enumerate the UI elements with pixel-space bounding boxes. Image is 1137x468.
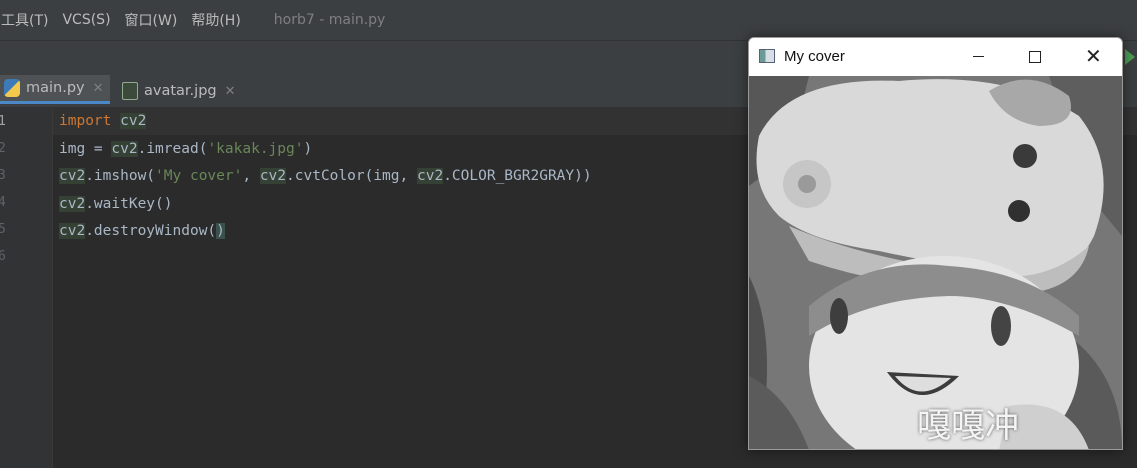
tab-avatar-jpg[interactable]: avatar.jpg ✕ xyxy=(122,75,242,107)
code-text: .destroyWindow( xyxy=(85,223,217,239)
module-name: cv2 xyxy=(259,168,287,184)
line-number: 2 xyxy=(0,141,6,156)
code-line-1: import cv2 xyxy=(59,108,147,135)
minimize-button[interactable] xyxy=(955,38,1001,76)
run-icon[interactable] xyxy=(1125,49,1135,65)
image-caption: 嘎嘎冲 xyxy=(917,406,1019,446)
menu-window[interactable]: 窗口(W) xyxy=(118,10,185,30)
line-number: 5 xyxy=(0,222,6,237)
code-line-4: cv2.waitKey() xyxy=(59,191,173,218)
close-icon[interactable]: ✕ xyxy=(225,84,236,99)
tab-main-py[interactable]: main.py ✕ xyxy=(0,75,110,104)
code-text: , xyxy=(242,168,260,184)
code-text: .waitKey() xyxy=(85,196,173,212)
maximize-button[interactable] xyxy=(1012,38,1058,76)
line-number: 4 xyxy=(0,195,6,210)
window-title: horb7 - main.py xyxy=(273,12,386,28)
code-line-2: img = cv2.imread('kakak.jpg') xyxy=(59,136,312,163)
code-text: .imread( xyxy=(137,141,208,157)
code-line-3: cv2.imshow('My cover', cv2.cvtColor(img,… xyxy=(59,163,592,190)
code-text: .COLOR_BGR2GRAY)) xyxy=(443,168,592,184)
tab-label: avatar.jpg xyxy=(144,83,217,99)
string-literal: 'My cover' xyxy=(155,168,243,184)
code-text: .imshow( xyxy=(85,168,156,184)
close-icon[interactable]: ✕ xyxy=(93,81,104,96)
code-line-5: cv2.destroyWindow() xyxy=(59,218,225,245)
close-icon: ✕ xyxy=(1085,44,1102,68)
minimize-icon xyxy=(973,56,984,58)
python-file-icon xyxy=(4,79,20,97)
tab-label: main.py xyxy=(26,80,85,96)
line-number: 1 xyxy=(0,114,6,129)
matched-brace: ) xyxy=(216,223,225,239)
window-app-icon xyxy=(759,49,775,63)
code-text: ) xyxy=(303,141,313,157)
string-literal: 'kakak.jpg' xyxy=(207,141,304,157)
line-number-gutter: 1 2 3 4 5 6 xyxy=(0,108,53,468)
menu-vcs[interactable]: VCS(S) xyxy=(55,12,117,28)
module-name: cv2 xyxy=(416,168,444,184)
grayscale-plush-image xyxy=(749,76,1122,449)
opencv-titlebar[interactable]: My cover ✕ xyxy=(749,38,1122,76)
module-name: cv2 xyxy=(59,223,86,239)
image-file-icon xyxy=(122,82,138,100)
opencv-window[interactable]: My cover ✕ 嘎嘎冲 xyxy=(748,37,1123,450)
maximize-icon xyxy=(1029,51,1041,63)
module-name: cv2 xyxy=(59,196,86,212)
menu-bar: 工具(T) VCS(S) 窗口(W) 帮助(H) horb7 - main.py xyxy=(0,0,1137,40)
module-name: cv2 xyxy=(120,113,147,129)
code-text: img = xyxy=(59,141,112,157)
opencv-window-title: My cover xyxy=(784,48,845,65)
menu-help[interactable]: 帮助(H) xyxy=(184,10,247,30)
module-name: cv2 xyxy=(59,168,86,184)
module-name: cv2 xyxy=(111,141,138,157)
line-number: 6 xyxy=(0,249,6,264)
close-button[interactable]: ✕ xyxy=(1070,38,1116,76)
line-number: 3 xyxy=(0,168,6,183)
menu-tools[interactable]: 工具(T) xyxy=(0,10,55,30)
code-text: .cvtColor(img, xyxy=(286,168,417,184)
keyword: import xyxy=(59,113,112,129)
